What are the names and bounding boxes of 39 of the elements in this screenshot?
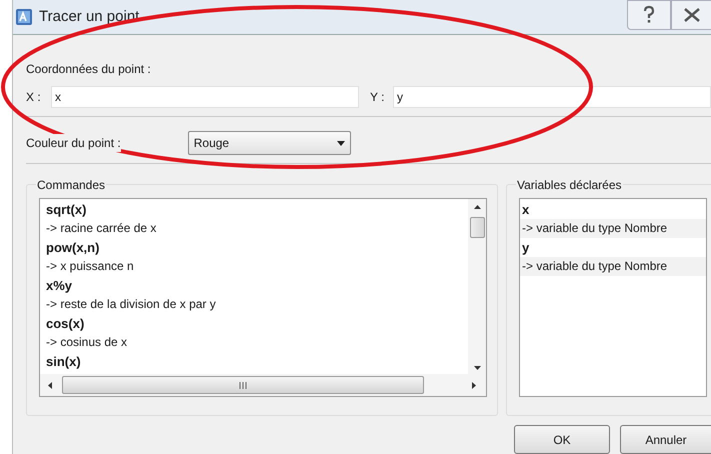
section-label: Coordonnées du point :	[26, 61, 152, 76]
close-icon	[682, 7, 700, 23]
close-button[interactable]	[671, 0, 711, 30]
description-line[interactable]: -> x puissance n	[44, 257, 468, 276]
scroll-thumb[interactable]	[470, 217, 484, 238]
vertical-scrollbar[interactable]	[468, 199, 486, 374]
description-line[interactable]: -> racine carrée de x	[44, 219, 468, 238]
grip-icon	[239, 382, 247, 388]
scroll-up-icon	[474, 205, 480, 209]
description-line[interactable]: -> cosinus de x	[44, 333, 468, 352]
x-input[interactable]: x	[55, 88, 355, 106]
x-label: X :	[26, 89, 42, 106]
description-line[interactable]: -> reste de la division de x par y	[44, 295, 468, 314]
horizontal-scrollbar[interactable]	[40, 374, 486, 396]
function-name[interactable]: pow(x,n)	[44, 238, 468, 257]
scroll-down-icon	[474, 366, 480, 370]
app-icon	[15, 8, 33, 26]
ok-button[interactable]: OK	[514, 425, 610, 454]
commands-list[interactable]: sqrt(x) -> racine carrée de x pow(x,n) -> x puissance n x%y -> reste de la division de x par y cos(x) -> cosinus de x sin(x)	[39, 198, 487, 397]
scroll-left-icon	[48, 382, 52, 388]
y-input-field[interactable]: y	[393, 86, 711, 108]
function-name[interactable]: sqrt(x)	[44, 200, 468, 219]
function-name[interactable]: x	[520, 200, 706, 219]
function-name[interactable]: x%y	[44, 276, 468, 295]
x-input-field[interactable]: x	[51, 86, 359, 108]
function-name[interactable]: cos(x)	[44, 314, 468, 333]
caret-icon	[336, 140, 345, 146]
cancel-button[interactable]: Annuler	[620, 425, 711, 454]
variables-list[interactable]: x -> variable du type Nombre y -> variable du type Nombre	[519, 198, 707, 397]
function-name[interactable]: sin(x)	[44, 352, 468, 371]
color-dropdown[interactable]: Rouge	[188, 131, 351, 155]
help-icon	[642, 5, 656, 25]
y-input[interactable]: y	[397, 88, 707, 106]
y-label: Y :	[370, 89, 386, 106]
color-label: Couleur du point :	[26, 134, 121, 152]
scroll-right-icon	[472, 382, 476, 388]
function-name[interactable]: y	[520, 238, 706, 257]
help-button[interactable]	[627, 0, 671, 30]
scroll-thumb[interactable]	[62, 376, 424, 394]
